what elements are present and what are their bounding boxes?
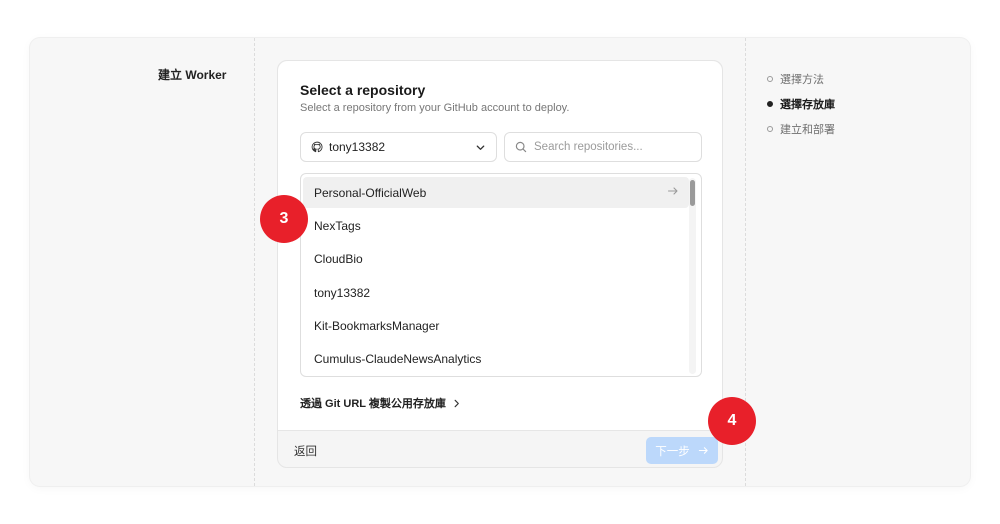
search-field[interactable] (504, 132, 702, 162)
back-button[interactable]: 返回 (294, 443, 317, 459)
repository-item[interactable]: Kit-BookmarksManager (303, 310, 689, 341)
step-label: 建立和部署 (780, 123, 835, 136)
step-dot (767, 75, 773, 82)
step-dot (767, 125, 773, 132)
owner-select[interactable]: tony13382 (300, 132, 497, 162)
step-list: 選擇方法 選擇存放庫 建立和部署 (767, 66, 835, 141)
repository-item[interactable]: NexTags (303, 210, 689, 241)
step-item: 建立和部署 (767, 116, 835, 141)
page-title: 建立 Worker (158, 68, 227, 82)
repository-name: NexTags (314, 218, 361, 233)
step-label: 選擇方法 (780, 73, 824, 86)
step-item-active: 選擇存放庫 (767, 91, 835, 116)
chevron-down-icon (475, 142, 486, 153)
repository-list-scrollbar[interactable] (689, 178, 696, 374)
step-label: 選擇存放庫 (780, 98, 835, 111)
repository-name: tony13382 (314, 285, 371, 300)
repository-item[interactable]: tony13382 (303, 277, 689, 308)
card-title: Select a repository (300, 82, 426, 98)
create-worker-panel: 建立 Worker Select a repository Select a r… (30, 38, 970, 486)
owner-select-value: tony13382 (329, 140, 386, 154)
step-item: 選擇方法 (767, 66, 835, 91)
search-input[interactable] (534, 141, 684, 153)
next-button-label: 下一步 (655, 445, 690, 458)
repository-name: Cumulus-ClaudeNewsAnalytics (314, 351, 482, 366)
repository-name: Kit-BookmarksManager (314, 318, 440, 333)
annotation-badge-4: 4 (708, 397, 756, 445)
step-dot (767, 100, 773, 107)
chevron-right-icon (452, 399, 461, 408)
repository-item[interactable]: Personal-OfficialWeb (303, 177, 689, 208)
next-button[interactable]: 下一步 (646, 437, 718, 464)
card-subtitle: Select a repository from your GitHub acc… (300, 102, 570, 114)
search-icon (515, 141, 527, 153)
annotation-badge-3: 3 (260, 195, 308, 243)
repository-card: Select a repository Select a repository … (277, 60, 723, 468)
divider-left (254, 38, 255, 486)
repository-item[interactable]: CloudBio (303, 243, 689, 274)
repository-name: Personal-OfficialWeb (314, 185, 427, 200)
github-icon (311, 141, 323, 153)
repository-card-body: Select a repository Select a repository … (278, 61, 722, 431)
scrollbar-thumb[interactable] (690, 180, 695, 206)
git-url-link-label: 透過 Git URL 複製公用存放庫 (300, 398, 446, 410)
repository-list: Personal-OfficialWeb NexTags CloudBio to… (300, 173, 702, 377)
repository-item[interactable]: Cumulus-ClaudeNewsAnalytics (303, 343, 689, 374)
repository-name: CloudBio (314, 251, 363, 266)
arrow-right-icon (698, 445, 709, 456)
git-url-link[interactable]: 透過 Git URL 複製公用存放庫 (300, 395, 461, 411)
arrow-right-icon (667, 185, 679, 197)
